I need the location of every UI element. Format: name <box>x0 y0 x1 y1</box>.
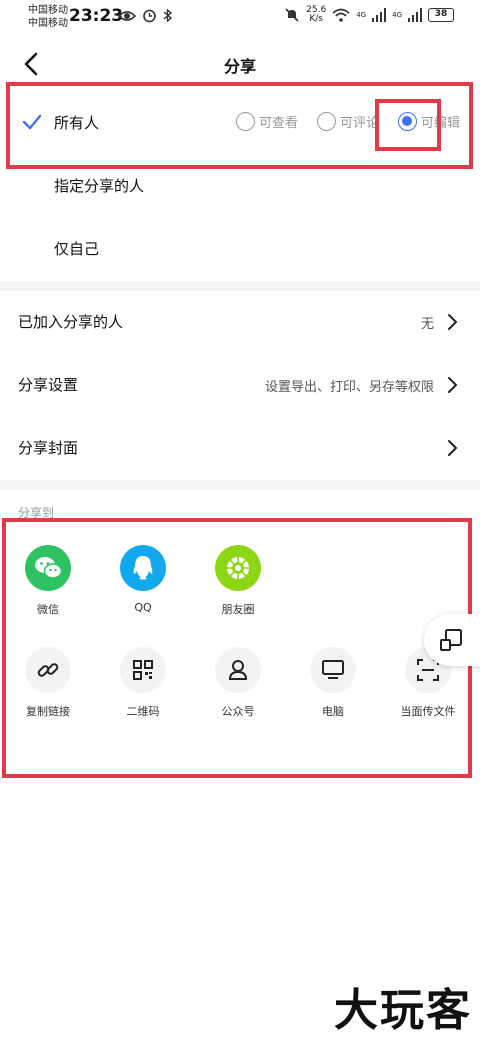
highlight-box-share <box>2 518 472 778</box>
carrier-2: 中国移动 <box>28 18 68 29</box>
scope-option-self[interactable]: 仅自己 <box>0 218 480 280</box>
chevron-right-icon <box>448 314 458 330</box>
chevron-right-icon <box>448 440 458 456</box>
floating-window-button[interactable] <box>424 614 480 666</box>
joined-users-label: 已加入分享的人 <box>18 313 124 331</box>
scope-option-specified[interactable]: 指定分享的人 <box>0 155 480 217</box>
highlight-box-edit <box>375 99 441 151</box>
net-speed-unit: K/s <box>309 14 323 24</box>
signal-1-label: 4G <box>356 11 367 19</box>
scope-option-label: 指定分享的人 <box>54 177 145 195</box>
section-divider <box>0 480 480 490</box>
page-title: 分享 <box>223 57 256 76</box>
picture-in-picture-icon <box>440 629 462 651</box>
share-cover-label: 分享封面 <box>18 439 79 457</box>
wifi-icon <box>332 8 350 22</box>
section-divider <box>0 281 480 291</box>
alarm-icon <box>143 9 156 23</box>
chevron-right-icon <box>448 377 458 393</box>
signal-icon <box>372 8 387 22</box>
bluetooth-icon <box>163 8 173 23</box>
status-icons-right: 25.6 K/s 4G 4G 38 <box>284 6 454 24</box>
share-settings-value: 设置导出、打印、另存等权限 <box>264 380 434 395</box>
status-bar: 中国移动 中国移动 23:23 25.6 K/s 4G 4G 38 <box>0 0 480 36</box>
share-settings-label: 分享设置 <box>18 376 79 394</box>
signal-icon <box>408 8 422 22</box>
net-speed: 25.6 K/s <box>306 6 326 24</box>
mute-icon <box>285 8 299 22</box>
joined-users-value: 无 <box>420 317 434 332</box>
carrier-labels: 中国移动 中国移动 <box>28 4 68 30</box>
status-time: 23:23 <box>69 6 124 26</box>
status-icons-left <box>118 8 173 23</box>
share-cover-row[interactable]: 分享封面 <box>0 417 480 479</box>
signal-2-label: 4G <box>392 11 402 19</box>
carrier-1: 中国移动 <box>28 5 68 16</box>
joined-users-row[interactable]: 已加入分享的人 无 <box>0 291 480 353</box>
scope-option-label: 仅自己 <box>54 240 100 258</box>
share-settings-row[interactable]: 分享设置 设置导出、打印、另存等权限 <box>0 354 480 416</box>
eye-icon <box>118 10 136 21</box>
watermark-logo: 大玩客 <box>334 985 472 1036</box>
battery-icon: 38 <box>428 8 454 22</box>
